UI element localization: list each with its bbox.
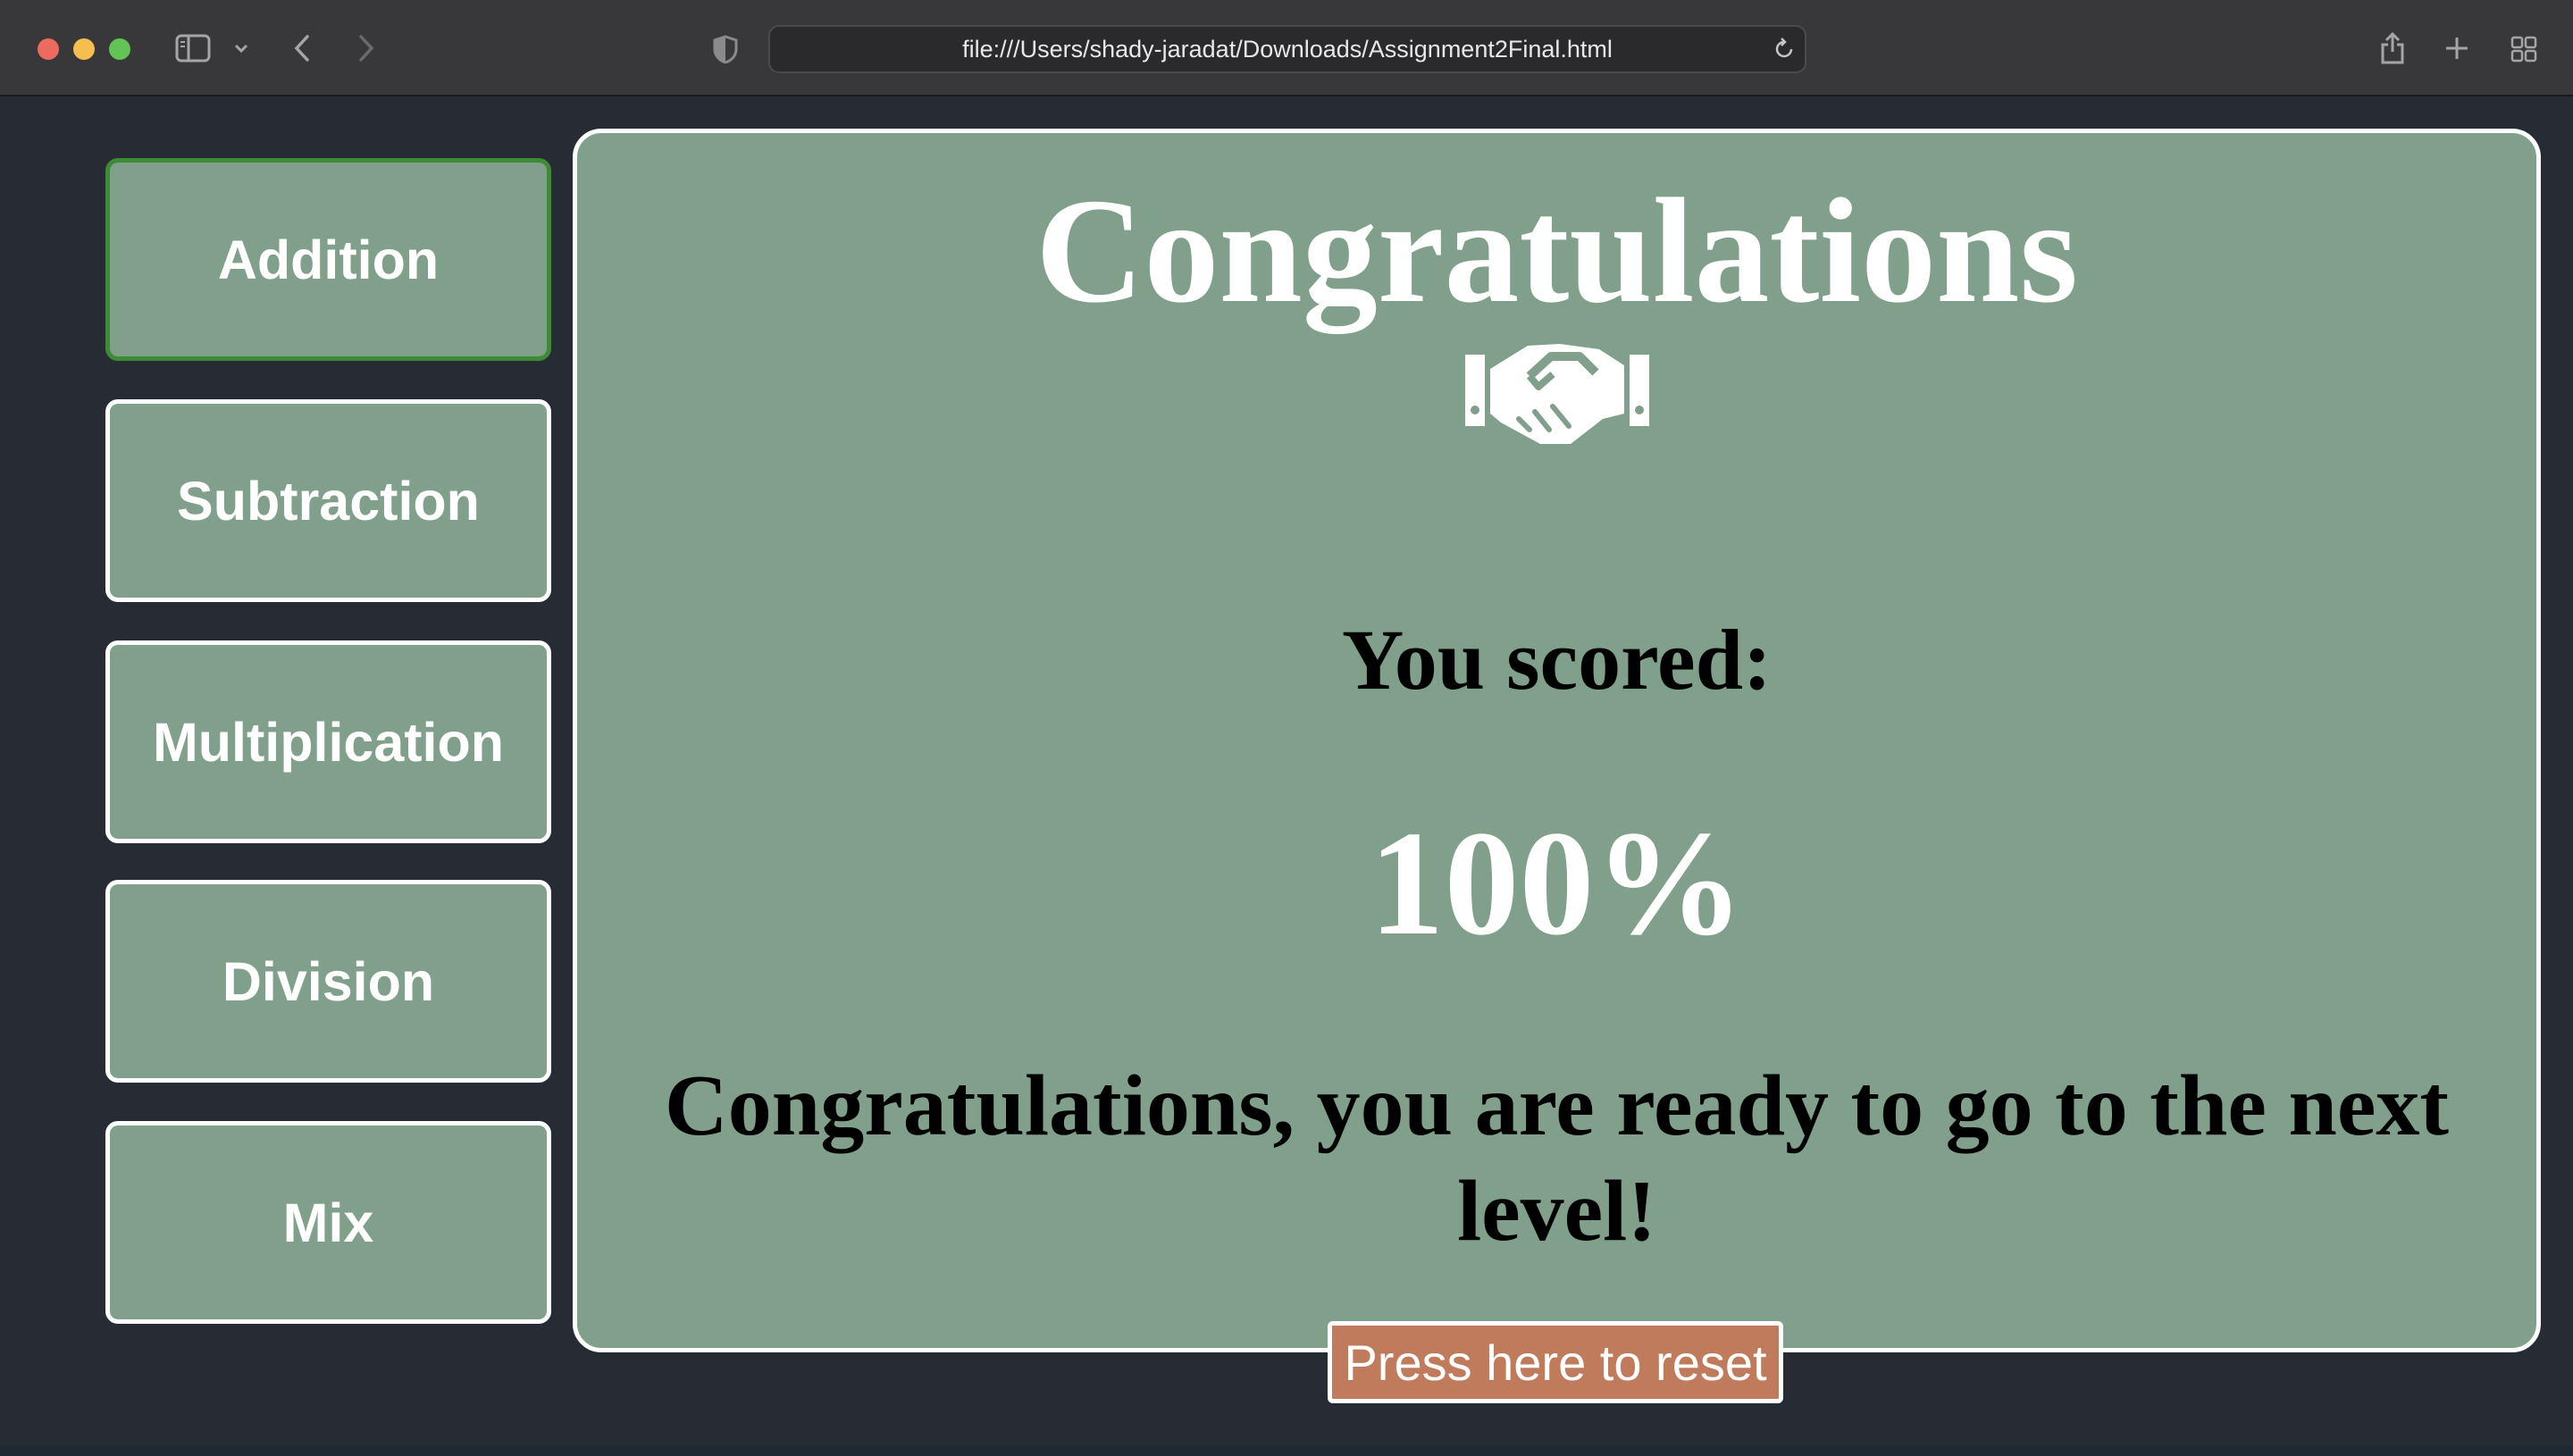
congratulations-title: Congratulations (1035, 168, 2078, 334)
division-button[interactable]: Division (105, 880, 551, 1083)
score-label: You scored: (1342, 612, 1772, 707)
url-text: file:///Users/shady-jaradat/Downloads/As… (962, 35, 1613, 63)
close-window-button[interactable] (38, 38, 59, 60)
address-bar[interactable]: file:///Users/shady-jaradat/Downloads/As… (768, 25, 1806, 73)
mix-button[interactable]: Mix (105, 1121, 551, 1324)
share-icon[interactable] (2376, 29, 2409, 66)
chevron-right-icon[interactable] (350, 32, 382, 64)
result-message: Congratulations, you are ready to go to … (664, 1058, 2450, 1259)
chevron-down-icon[interactable] (230, 36, 252, 61)
chevron-left-icon[interactable] (286, 32, 318, 64)
page-content: Addition Subtraction Multiplication Divi… (0, 96, 2573, 1445)
minimize-window-button[interactable] (73, 38, 95, 60)
plus-icon[interactable] (2441, 32, 2473, 64)
reset-button[interactable]: Press here to reset (1328, 1321, 1783, 1403)
addition-button[interactable]: Addition (105, 158, 551, 361)
score-value: 100% (1369, 800, 1745, 966)
grid-icon[interactable] (2509, 34, 2539, 64)
browser-toolbar: file:///Users/shady-jaradat/Downloads/As… (0, 0, 2573, 96)
zoom-window-button[interactable] (109, 38, 130, 60)
result-panel: Congratulations You scored: 100% Congrat… (573, 129, 2541, 1352)
multiplication-button[interactable]: Multiplication (105, 640, 551, 843)
reload-icon[interactable] (1769, 34, 1799, 64)
subtraction-button[interactable]: Subtraction (105, 399, 551, 602)
handshake-icon (1465, 337, 1649, 448)
sidebar-icon[interactable] (175, 34, 211, 63)
window-bottom-edge (0, 1445, 2573, 1456)
shield-icon[interactable] (711, 34, 740, 64)
